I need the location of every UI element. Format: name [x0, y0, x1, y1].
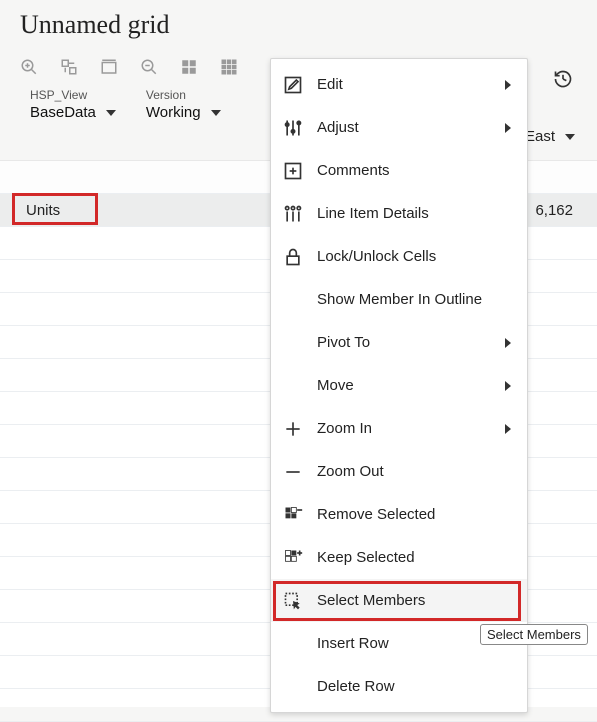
menu-item-zoom-in[interactable]: Zoom In — [271, 407, 527, 450]
menu-item-keep-selected[interactable]: Keep Selected — [271, 536, 527, 579]
chevron-right-icon — [503, 123, 513, 133]
page-title: Unnamed grid — [20, 10, 577, 40]
menu-label: Zoom In — [317, 420, 489, 437]
menu-label: Pivot To — [317, 334, 489, 351]
menu-label: Lock/Unlock Cells — [317, 248, 513, 265]
menu-item-adjust[interactable]: Adjust — [271, 106, 527, 149]
chevron-down-icon — [106, 108, 116, 118]
details-icon — [283, 204, 303, 224]
menu-label: Select Members — [317, 592, 513, 609]
blank-icon — [283, 290, 303, 310]
remove-selected-icon[interactable] — [100, 58, 118, 76]
lock-icon — [283, 247, 303, 267]
menu-item-zoom-out[interactable]: Zoom Out — [271, 450, 527, 493]
menu-item-edit[interactable]: Edit — [271, 63, 527, 106]
pov-value-text: BaseData — [30, 104, 96, 121]
plus-icon — [283, 419, 303, 439]
chevron-down-icon — [565, 132, 575, 142]
chevron-down-icon — [211, 108, 221, 118]
blank-icon — [283, 376, 303, 396]
menu-label: Move — [317, 377, 489, 394]
menu-label: Edit — [317, 76, 489, 93]
grid-view-icon[interactable] — [180, 58, 198, 76]
adjust-icon — [283, 118, 303, 138]
blank-icon — [283, 333, 303, 353]
blank-icon — [283, 634, 303, 654]
zoom-in-icon[interactable] — [20, 58, 38, 76]
keep-selected-icon[interactable] — [60, 58, 78, 76]
pov-dim-label: Version — [146, 88, 221, 102]
menu-item-delete-row[interactable]: Delete Row — [271, 665, 527, 708]
menu-label: Adjust — [317, 119, 489, 136]
menu-item-lock-unlock[interactable]: Lock/Unlock Cells — [271, 235, 527, 278]
menu-item-line-item-details[interactable]: Line Item Details — [271, 192, 527, 235]
blank-icon — [283, 677, 303, 697]
menu-label: Show Member In Outline — [317, 291, 513, 308]
chevron-right-icon — [503, 338, 513, 348]
pov-value-hspview[interactable]: BaseData — [30, 104, 116, 121]
menu-label: Line Item Details — [317, 205, 513, 222]
chevron-right-icon — [503, 381, 513, 391]
chevron-right-icon — [503, 424, 513, 434]
tooltip: Select Members — [480, 624, 588, 645]
edit-icon — [283, 75, 303, 95]
menu-label: Keep Selected — [317, 549, 513, 566]
remove-selected-icon — [283, 505, 303, 525]
grid-nine-icon[interactable] — [220, 58, 238, 76]
menu-label: Delete Row — [317, 678, 513, 695]
column-header-east[interactable]: East — [525, 128, 575, 145]
column-header-text: East — [525, 128, 555, 145]
zoom-out-icon[interactable] — [140, 58, 158, 76]
data-cell[interactable]: 6,162 — [535, 194, 573, 227]
minus-icon — [283, 462, 303, 482]
pov-value-text: Working — [146, 104, 201, 121]
menu-label: Remove Selected — [317, 506, 513, 523]
menu-item-pivot-to[interactable]: Pivot To — [271, 321, 527, 364]
select-members-icon — [283, 591, 303, 611]
menu-item-show-member-outline[interactable]: Show Member In Outline — [271, 278, 527, 321]
chevron-right-icon — [503, 80, 513, 90]
menu-label: Zoom Out — [317, 463, 513, 480]
menu-item-comments[interactable]: Comments — [271, 149, 527, 192]
menu-item-remove-selected[interactable]: Remove Selected — [271, 493, 527, 536]
pov-dim-label: HSP_View — [30, 88, 116, 102]
row-header-units[interactable]: Units — [22, 194, 64, 227]
menu-item-move[interactable]: Move — [271, 364, 527, 407]
keep-selected-icon — [283, 548, 303, 568]
comment-icon — [283, 161, 303, 181]
context-menu: Edit Adjust Comments Line Item Details L… — [270, 58, 528, 713]
history-icon[interactable] — [553, 69, 573, 92]
menu-item-select-members[interactable]: Select Members — [271, 579, 527, 622]
menu-label: Comments — [317, 162, 513, 179]
pov-value-version[interactable]: Working — [146, 104, 221, 121]
